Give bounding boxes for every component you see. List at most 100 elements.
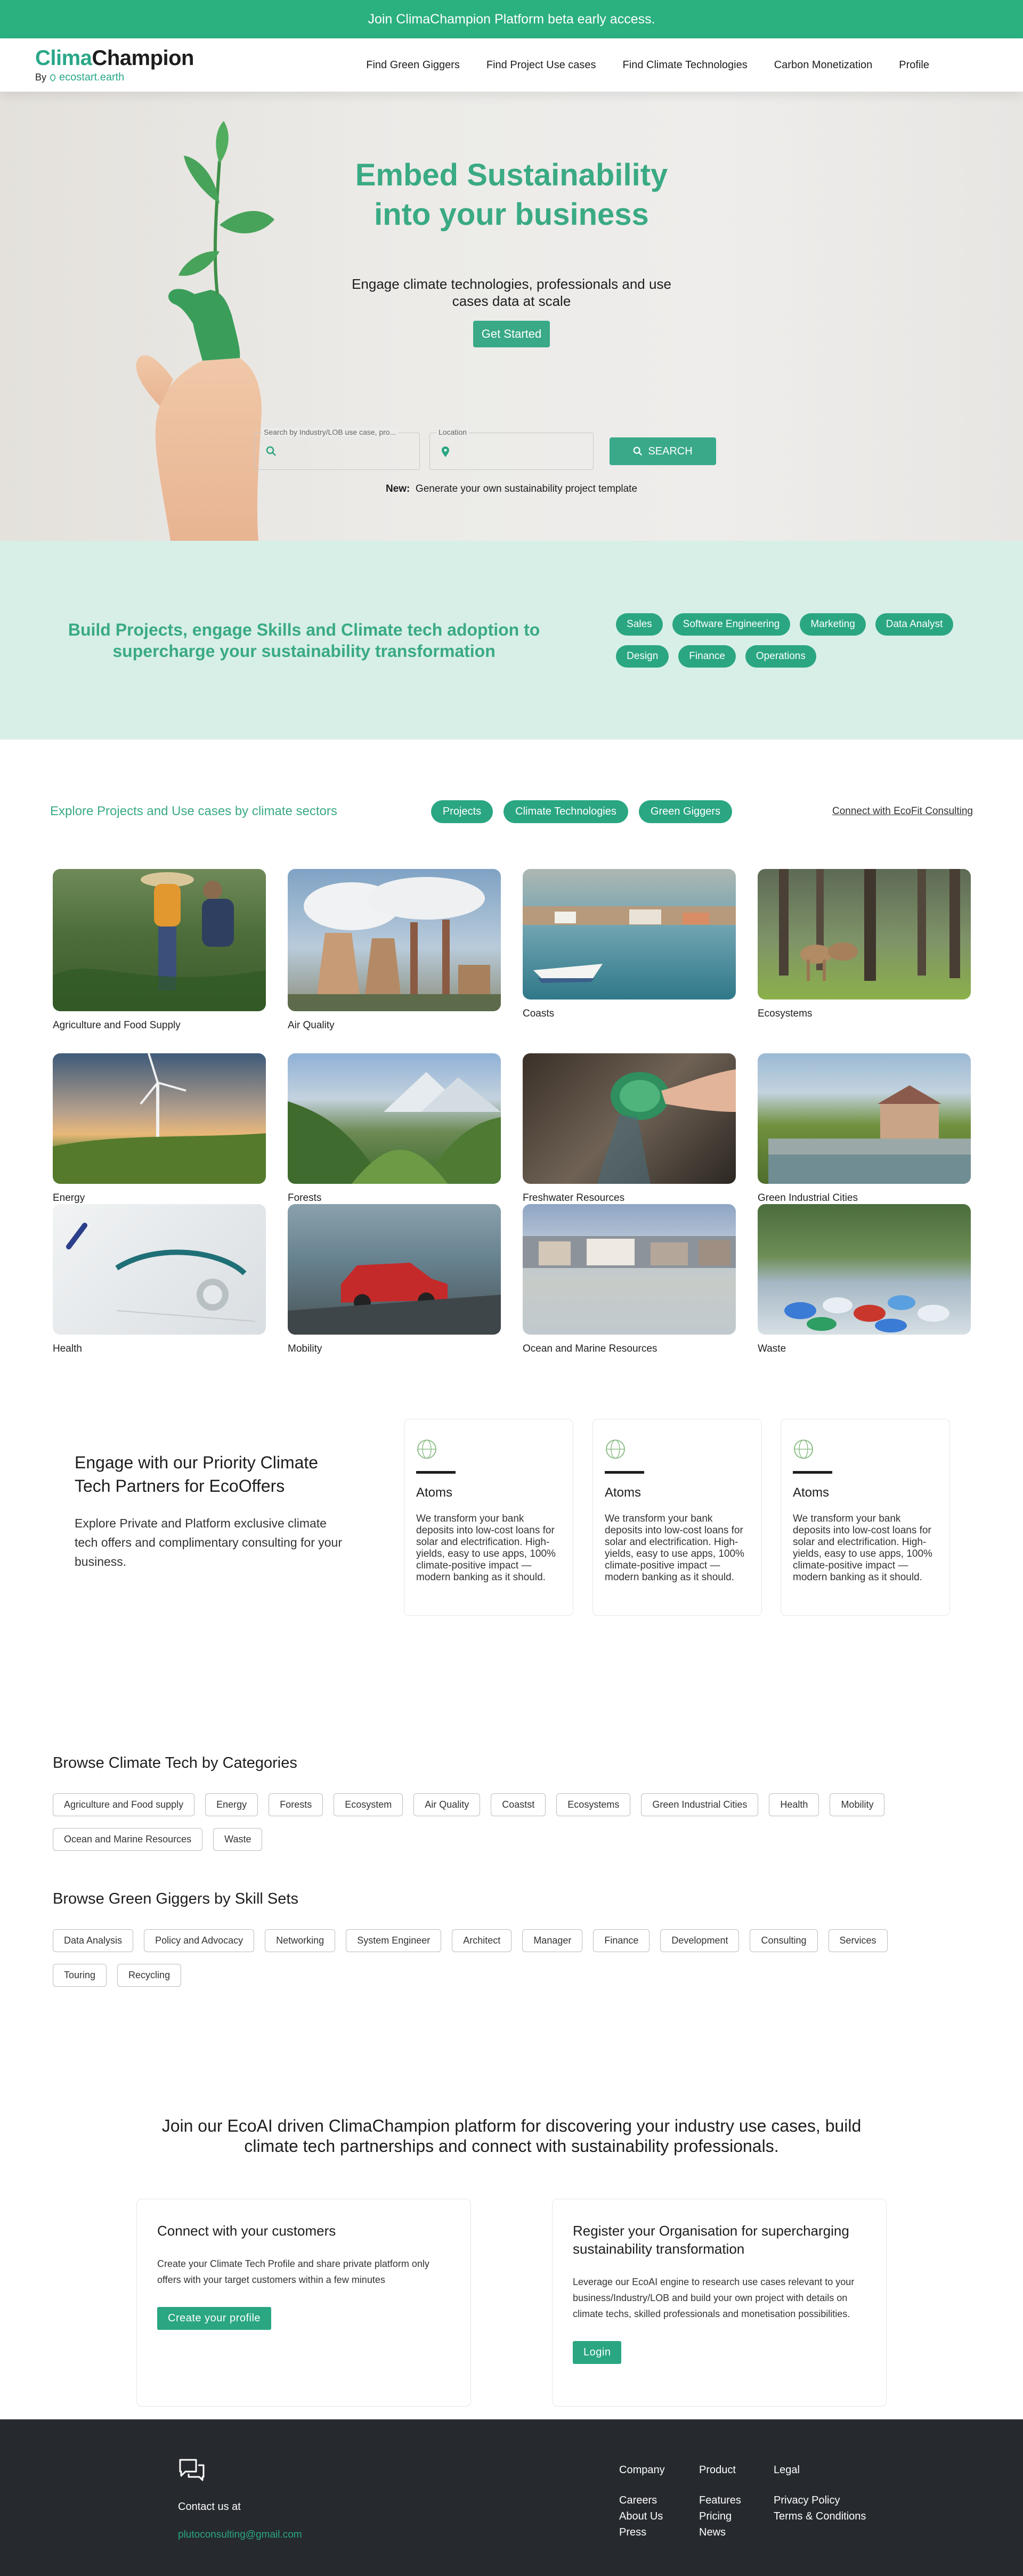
sector-label: Agriculture and Food Supply — [53, 1020, 181, 1031]
create-profile-button[interactable]: Create your profile — [157, 2307, 272, 2330]
sector-tile[interactable]: Ecosystems — [758, 869, 971, 1053]
ocean-image — [523, 1204, 736, 1335]
category-chip[interactable]: Forests — [269, 1793, 323, 1816]
footer-link-features[interactable]: Features — [699, 2492, 758, 2508]
coasts-image — [523, 869, 736, 999]
footer-link-careers[interactable]: Careers — [619, 2492, 683, 2508]
join-headline: Join our EcoAI driven ClimaChampion plat… — [161, 2116, 862, 2156]
category-chip[interactable]: Ecosystems — [556, 1793, 631, 1816]
footer-link-news[interactable]: News — [699, 2524, 758, 2540]
tag-design[interactable]: Design — [616, 645, 669, 668]
footer-col-legal: Legal Privacy Policy Terms & Conditions — [774, 2464, 891, 2540]
sector-tile[interactable]: Agriculture and Food Supply — [53, 869, 266, 1053]
tag-data-analyst[interactable]: Data Analyst — [875, 613, 954, 636]
skill-chip[interactable]: Networking — [265, 1929, 336, 1952]
announcement-text[interactable]: Join ClimaChampion Platform beta early a… — [368, 12, 655, 27]
nav-find-climate-technologies[interactable]: Find Climate Technologies — [623, 59, 748, 71]
browse-skills-title: Browse Green Giggers by Skill Sets — [53, 1890, 298, 1907]
nav-find-green-giggers[interactable]: Find Green Giggers — [366, 59, 460, 71]
category-chip[interactable]: Mobility — [830, 1793, 885, 1816]
category-chip[interactable]: Energy — [205, 1793, 258, 1816]
search-input[interactable] — [282, 444, 410, 460]
sector-label: Air Quality — [288, 1020, 335, 1031]
skill-chip[interactable]: Manager — [522, 1929, 583, 1952]
filter-green-giggers[interactable]: Green Giggers — [638, 800, 733, 823]
skill-chip[interactable]: Data Analysis — [53, 1929, 134, 1952]
login-button[interactable]: Login — [573, 2341, 622, 2364]
sector-tile[interactable]: Waste — [758, 1204, 971, 1355]
sector-tile[interactable]: Green Industrial Cities — [758, 1053, 971, 1204]
nav-carbon-monetization[interactable]: Carbon Monetization — [774, 59, 873, 71]
category-chip[interactable]: Agriculture and Food supply — [53, 1793, 195, 1816]
skill-chip[interactable]: Development — [660, 1929, 740, 1952]
partner-card[interactable]: Atoms We transform your bank deposits in… — [781, 1419, 950, 1616]
sector-tile[interactable]: Air Quality — [288, 869, 501, 1053]
footer-link-press[interactable]: Press — [619, 2524, 683, 2540]
agriculture-image — [53, 869, 266, 1011]
sector-tile[interactable]: Health — [53, 1204, 266, 1355]
partner-card[interactable]: Atoms We transform your bank deposits in… — [404, 1419, 573, 1616]
tag-sales[interactable]: Sales — [616, 613, 663, 636]
join-cards: Connect with your customers Create your … — [0, 2199, 1023, 2407]
tag-finance[interactable]: Finance — [678, 645, 736, 668]
footer-link-about-us[interactable]: About Us — [619, 2508, 683, 2524]
skill-chip[interactable]: Touring — [53, 1964, 107, 1987]
health-image — [53, 1204, 266, 1335]
skill-chip[interactable]: Recycling — [117, 1964, 182, 1987]
category-chip[interactable]: Air Quality — [413, 1793, 481, 1816]
search-field[interactable]: Search by Industry/LOB use case, pro... — [255, 428, 420, 470]
footer-link-privacy-policy[interactable]: Privacy Policy — [774, 2492, 891, 2508]
explore-title: Explore Projects and Use cases by climat… — [50, 804, 337, 818]
location-input[interactable] — [457, 444, 584, 460]
tag-marketing[interactable]: Marketing — [800, 613, 866, 636]
register-org-title: Register your Organisation for superchar… — [573, 2223, 849, 2257]
category-chip[interactable]: Coastst — [491, 1793, 546, 1816]
explore-filter-pills: Projects Climate Technologies Green Gigg… — [431, 800, 733, 823]
skill-chip[interactable]: Policy and Advocacy — [144, 1929, 255, 1952]
logo[interactable]: ClimaChampion By ecostart.earth — [35, 46, 194, 84]
sector-tile[interactable]: Coasts — [523, 869, 736, 1053]
category-chip[interactable]: Health — [769, 1793, 819, 1816]
card-divider — [605, 1471, 644, 1474]
skill-chip[interactable]: Consulting — [750, 1929, 818, 1952]
connect-ecofit-link[interactable]: Connect with EcoFit Consulting — [832, 806, 973, 817]
footer-link-terms[interactable]: Terms & Conditions — [774, 2508, 891, 2524]
partner-card-title: Atoms — [793, 1485, 830, 1500]
skill-chip[interactable]: Finance — [593, 1929, 650, 1952]
tag-software-engineering[interactable]: Software Engineering — [672, 613, 791, 636]
partner-card[interactable]: Atoms We transform your bank deposits in… — [592, 1419, 762, 1616]
tag-operations[interactable]: Operations — [745, 645, 816, 668]
waste-image — [758, 1204, 971, 1335]
skill-chip[interactable]: Architect — [452, 1929, 512, 1952]
main-nav: Find Green Giggers Find Project Use case… — [366, 59, 929, 71]
sector-tile[interactable]: Ocean and Marine Resources — [523, 1204, 736, 1355]
partner-card-title: Atoms — [605, 1485, 642, 1500]
explore-header: Explore Projects and Use cases by climat… — [50, 798, 973, 825]
location-pin-icon — [442, 446, 449, 457]
sector-tile[interactable]: Energy — [53, 1053, 266, 1204]
category-chip[interactable]: Green Industrial Cities — [641, 1793, 759, 1816]
chat-icon — [179, 2459, 205, 2481]
location-field[interactable]: Location — [429, 428, 594, 470]
category-chip[interactable]: Waste — [213, 1828, 263, 1851]
filter-projects[interactable]: Projects — [431, 800, 493, 823]
get-started-button[interactable]: Get Started — [473, 321, 550, 347]
skill-chip[interactable]: Services — [828, 1929, 888, 1952]
sector-tile[interactable]: Freshwater Resources — [523, 1053, 736, 1204]
footer-link-pricing[interactable]: Pricing — [699, 2508, 758, 2524]
sector-tile[interactable]: Forests — [288, 1053, 501, 1204]
filter-climate-technologies[interactable]: Climate Technologies — [504, 800, 628, 823]
contact-email-link[interactable]: plutoconsulting@gmail.com — [178, 2529, 302, 2541]
category-chip[interactable]: Ocean and Marine Resources — [53, 1828, 203, 1851]
search-button[interactable]: SEARCH — [610, 437, 716, 465]
footer-col-product: Product Features Pricing News — [699, 2464, 758, 2540]
new-template-line[interactable]: New: Generate your own sustainability pr… — [0, 483, 1023, 495]
skill-chip[interactable]: System Engineer — [346, 1929, 442, 1952]
nav-find-project-use-cases[interactable]: Find Project Use cases — [486, 59, 596, 71]
nav-profile[interactable]: Profile — [899, 59, 929, 71]
sector-tile[interactable]: Mobility — [288, 1204, 501, 1355]
announcement-bar[interactable]: Join ClimaChampion Platform beta early a… — [0, 0, 1023, 38]
partner-globe-icon — [606, 1440, 625, 1459]
energy-image — [53, 1053, 266, 1184]
category-chip[interactable]: Ecosystem — [334, 1793, 403, 1816]
